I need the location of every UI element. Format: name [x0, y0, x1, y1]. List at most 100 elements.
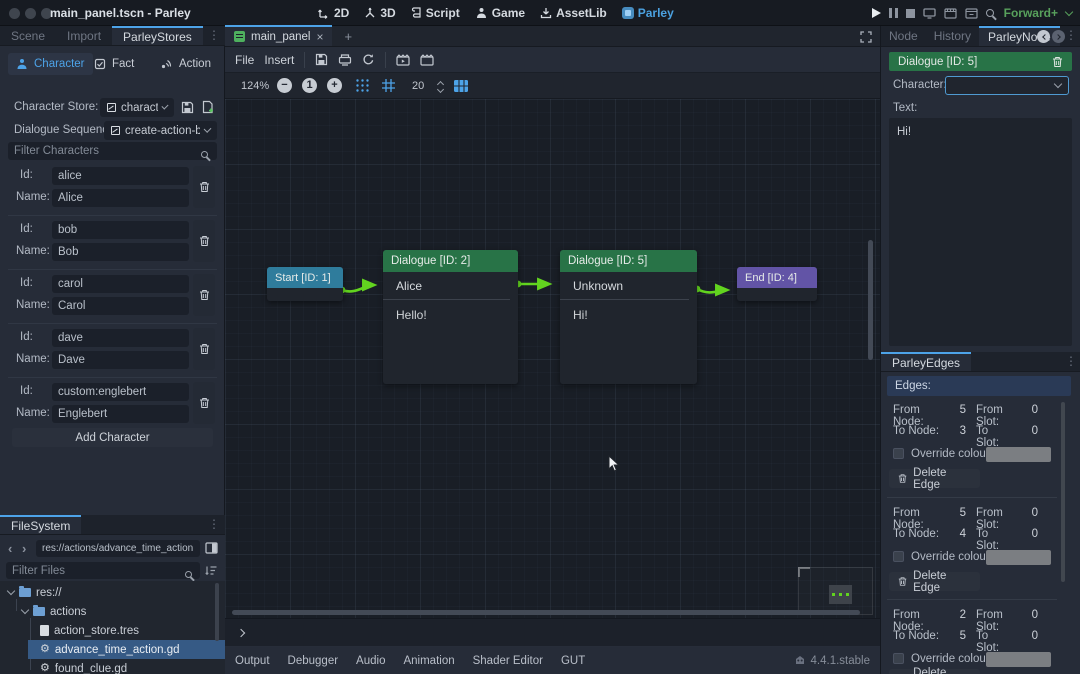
- character-name-input[interactable]: [52, 405, 189, 423]
- new-store-icon[interactable]: [201, 100, 215, 114]
- zoom-out-button[interactable]: −: [277, 78, 292, 93]
- filter-files-input[interactable]: [6, 562, 200, 579]
- tab-parleyedges[interactable]: ParleyEdges: [881, 352, 971, 371]
- inspector-forward-icon[interactable]: [1052, 30, 1065, 43]
- character-id-input[interactable]: [52, 221, 189, 239]
- dock-menu-icon[interactable]: ⋮: [208, 30, 220, 40]
- colour-swatch[interactable]: [986, 550, 1051, 565]
- inspector-back-icon[interactable]: [1037, 30, 1050, 43]
- play-button[interactable]: [872, 8, 881, 18]
- window-minimize-button[interactable]: [25, 8, 36, 19]
- character-store-dropdown[interactable]: character_st: [100, 98, 174, 117]
- character-id-input[interactable]: [52, 167, 189, 185]
- dialogue-text-area[interactable]: Hi!: [889, 118, 1072, 346]
- tree-item-file[interactable]: action_store.tres: [40, 621, 225, 640]
- delete-character-button[interactable]: [193, 220, 215, 262]
- graph-node-end[interactable]: End [ID: 4]: [737, 267, 817, 301]
- stop-button[interactable]: [906, 9, 915, 18]
- colour-swatch[interactable]: [986, 652, 1051, 667]
- bottom-tab-shader-editor[interactable]: Shader Editor: [464, 655, 552, 667]
- character-id-input[interactable]: [52, 275, 189, 293]
- delete-character-button[interactable]: [193, 328, 215, 370]
- dock-menu-icon[interactable]: ⋮: [1065, 30, 1077, 40]
- profiler-icon[interactable]: [986, 6, 994, 20]
- bottom-panel-expander[interactable]: [225, 618, 880, 646]
- zoom-in-button[interactable]: +: [327, 78, 342, 93]
- tab-history[interactable]: History: [926, 26, 979, 46]
- tab-2d[interactable]: 2D: [315, 6, 352, 20]
- scene-tab-main-panel[interactable]: main_panel ×: [225, 25, 332, 46]
- tab-node[interactable]: Node: [881, 26, 926, 46]
- export-icon[interactable]: [338, 54, 352, 66]
- history-back-icon[interactable]: ‹: [8, 542, 12, 555]
- test-scene-icon[interactable]: [420, 54, 434, 66]
- distraction-free-icon[interactable]: [860, 31, 872, 43]
- minimap-toggle-icon[interactable]: [453, 79, 469, 93]
- collapse-icon[interactable]: [7, 587, 15, 595]
- character-name-input[interactable]: [52, 351, 189, 369]
- dock-menu-icon[interactable]: ⋮: [1065, 356, 1077, 366]
- character-select[interactable]: [945, 76, 1069, 95]
- history-forward-icon[interactable]: ›: [22, 542, 26, 555]
- store-tab-character[interactable]: Character: [8, 53, 93, 75]
- split-mode-icon[interactable]: [205, 542, 218, 554]
- add-character-button[interactable]: Add Character: [12, 428, 213, 447]
- save-store-icon[interactable]: [181, 101, 194, 114]
- renderer-chevron-icon[interactable]: [1065, 7, 1073, 15]
- character-name-input[interactable]: [52, 297, 189, 315]
- remote-debug-icon[interactable]: [923, 8, 936, 19]
- graph-node-dialogue-5[interactable]: Dialogue [ID: 5] Unknown Hi!: [560, 250, 697, 384]
- tab-script[interactable]: Script: [408, 6, 463, 20]
- dock-menu-icon[interactable]: ⋮: [208, 519, 220, 529]
- horizontal-scrollbar[interactable]: [232, 610, 860, 615]
- zoom-reset-button[interactable]: 1: [302, 78, 317, 93]
- grid-toggle-icon[interactable]: [381, 78, 396, 93]
- snap-toggle-icon[interactable]: [355, 78, 370, 93]
- tree-item-file[interactable]: ⚙ found_clue.gd: [40, 659, 225, 674]
- delete-character-button[interactable]: [193, 274, 215, 316]
- graph-canvas[interactable]: Start [ID: 1] Dialogue [ID: 2] Alice Hel…: [225, 99, 880, 618]
- movie-maker-icon[interactable]: [944, 8, 957, 19]
- window-close-button[interactable]: [9, 8, 20, 19]
- dialogue-sequence-dropdown[interactable]: create-action-basi: [104, 121, 217, 140]
- character-name-input[interactable]: [52, 243, 189, 261]
- store-tab-fact[interactable]: Fact: [86, 53, 142, 75]
- bottom-tab-audio[interactable]: Audio: [347, 655, 394, 667]
- store-tab-action[interactable]: Action: [152, 53, 219, 75]
- tab-parleystores[interactable]: ParleyStores: [112, 26, 203, 45]
- graph-node-dialogue-2[interactable]: Dialogue [ID: 2] Alice Hello!: [383, 250, 518, 384]
- bottom-tab-output[interactable]: Output: [235, 655, 279, 667]
- filter-characters-input[interactable]: [8, 142, 217, 160]
- edges-scrollbar[interactable]: [1061, 402, 1065, 582]
- tab-import[interactable]: Import: [56, 26, 112, 45]
- tree-item-actions[interactable]: actions: [22, 602, 225, 621]
- tab-scene[interactable]: Scene: [0, 26, 56, 45]
- new-tab-icon[interactable]: +: [344, 27, 352, 46]
- graph-node-start[interactable]: Start [ID: 1]: [267, 267, 343, 301]
- delete-character-button[interactable]: [193, 382, 215, 424]
- character-id-input[interactable]: [52, 329, 189, 347]
- movie-writer-icon[interactable]: [965, 8, 978, 19]
- delete-edge-button[interactable]: Delete Edge: [889, 469, 980, 488]
- bottom-tab-animation[interactable]: Animation: [394, 655, 463, 667]
- character-id-input[interactable]: [52, 383, 189, 401]
- grid-size-spinner[interactable]: [438, 79, 443, 92]
- override-colour-checkbox[interactable]: [893, 448, 904, 459]
- character-name-input[interactable]: [52, 189, 189, 207]
- bottom-tab-gut[interactable]: GUT: [552, 655, 594, 667]
- tab-3d[interactable]: 3D: [361, 6, 398, 20]
- tree-item-file-selected[interactable]: ⚙ advance_time_action.gd: [28, 640, 225, 659]
- collapse-icon[interactable]: [21, 606, 29, 614]
- grid-size-input[interactable]: [406, 77, 432, 94]
- override-colour-checkbox[interactable]: [893, 551, 904, 562]
- tab-filesystem[interactable]: FileSystem: [0, 515, 81, 534]
- override-colour-checkbox[interactable]: [893, 653, 904, 664]
- pause-button[interactable]: [889, 8, 898, 18]
- vertical-scrollbar[interactable]: [868, 240, 873, 360]
- path-field[interactable]: [36, 540, 200, 557]
- sort-files-icon[interactable]: [205, 564, 218, 577]
- test-dialogue-icon[interactable]: [396, 54, 410, 66]
- menu-file[interactable]: File: [235, 53, 254, 67]
- tree-scrollbar[interactable]: [215, 583, 219, 641]
- delete-character-button[interactable]: [193, 166, 215, 208]
